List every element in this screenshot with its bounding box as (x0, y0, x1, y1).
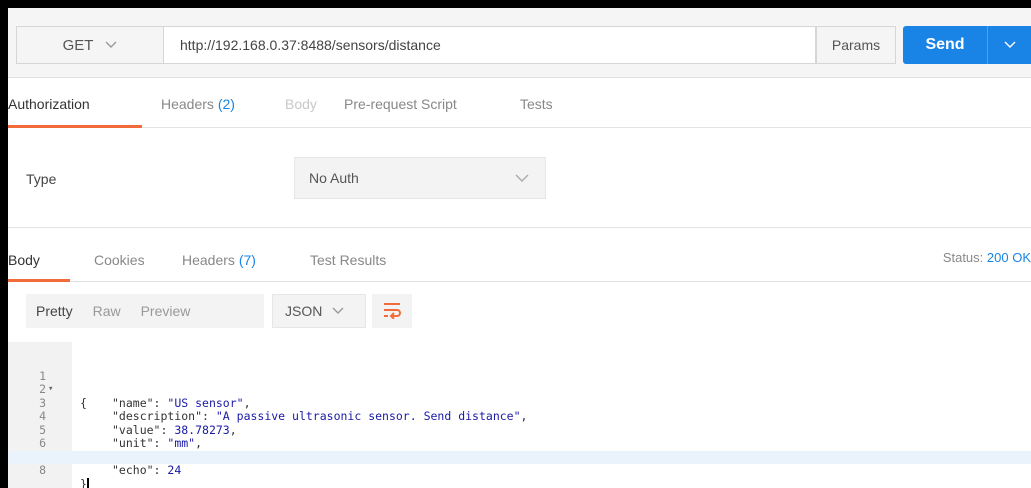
chevron-down-icon (105, 38, 117, 52)
method-label: GET (62, 36, 94, 54)
tab-authorization[interactable]: Authorization (8, 96, 90, 112)
tab-response-headers[interactable]: Headers (7) (182, 252, 256, 268)
tab-count: (7) (238, 252, 256, 268)
code-line: 1 ▾ { (8, 356, 1031, 409)
view-mode-group: Pretty Raw Preview (26, 294, 264, 328)
tab-label: Cookies (94, 252, 145, 268)
code-line: 3 "description": "A passive ultrasonic s… (8, 383, 1031, 423)
tab-label: Body (8, 252, 40, 268)
chevron-down-icon (1004, 38, 1016, 52)
request-tabs: Authorization Headers (2) Body Pre-reque… (8, 78, 1031, 128)
tab-count: (2) (217, 96, 235, 112)
code-line: 5 "unit": "mm", (8, 410, 1031, 450)
format-bar: Pretty Raw Preview JSON (8, 282, 1031, 342)
language-select[interactable]: JSON (272, 294, 366, 328)
json-value: 24 (167, 463, 182, 477)
method-select[interactable]: GET (16, 26, 164, 64)
send-button[interactable]: Send (903, 26, 987, 64)
postman-window: GET http://192.168.0.37:8488/sensors/dis… (8, 8, 1031, 488)
line-number: 8 (39, 463, 46, 477)
json-key: "echo" (112, 463, 154, 477)
status-label: Status: (942, 250, 984, 265)
request-bar: GET http://192.168.0.37:8488/sensors/dis… (8, 8, 1031, 78)
tab-label: Authorization (8, 96, 90, 112)
code-line-current: 8 } (8, 450, 1031, 488)
tab-label: Tests (520, 96, 553, 112)
auth-panel: Type No Auth (8, 129, 1031, 228)
tab-label: Headers (182, 252, 235, 268)
tab-cookies[interactable]: Cookies (94, 252, 145, 268)
response-tabs: Body Cookies Headers (7) Test Results St… (8, 228, 1031, 282)
active-tab-indicator (8, 125, 142, 128)
response-status: Status: 200 OK (943, 250, 1031, 265)
url-input[interactable]: http://192.168.0.37:8488/sensors/distanc… (164, 26, 816, 64)
send-dropdown-button[interactable] (987, 26, 1031, 64)
chevron-down-icon (332, 304, 344, 318)
tab-headers[interactable]: Headers (2) (161, 96, 235, 112)
response-body-editor[interactable]: 1 ▾ { 2 "name": "US sensor", 3 "descript… (8, 342, 1031, 488)
params-button[interactable]: Params (816, 26, 896, 64)
tab-label: Body (285, 96, 317, 112)
pretty-button[interactable]: Pretty (26, 303, 83, 319)
wrap-lines-icon (382, 301, 402, 322)
raw-button[interactable]: Raw (83, 303, 131, 319)
language-value: JSON (285, 303, 323, 319)
auth-type-value: No Auth (309, 170, 359, 186)
tab-tests[interactable]: Tests (520, 96, 553, 112)
code-line: 2 "name": "US sensor", (8, 370, 1031, 409)
code-line: 6 "trigger": 23, (8, 424, 1031, 463)
preview-button[interactable]: Preview (131, 303, 201, 319)
tab-response-body[interactable]: Body (8, 252, 40, 268)
tab-label: Test Results (310, 252, 387, 268)
tab-test-results[interactable]: Test Results (310, 252, 386, 268)
text-cursor (86, 478, 89, 488)
tab-body[interactable]: Body (285, 96, 317, 112)
close-brace: } (80, 476, 87, 488)
tab-pre-request-script[interactable]: Pre-request Script (344, 96, 457, 112)
auth-type-select[interactable]: No Auth (294, 157, 546, 199)
code-text: "echo": 24 (112, 463, 182, 477)
wrap-lines-button[interactable] (372, 294, 412, 328)
tab-label: Headers (161, 96, 214, 112)
code-line: 4 "value": 38.78273, (8, 397, 1031, 436)
status-value: 200 OK (986, 250, 1031, 265)
auth-type-label: Type (26, 171, 57, 187)
tab-label: Pre-request Script (344, 96, 457, 112)
code-text: } (80, 476, 89, 488)
code-line: 7 "echo": 24 (8, 437, 1031, 477)
chevron-down-icon (515, 171, 529, 185)
